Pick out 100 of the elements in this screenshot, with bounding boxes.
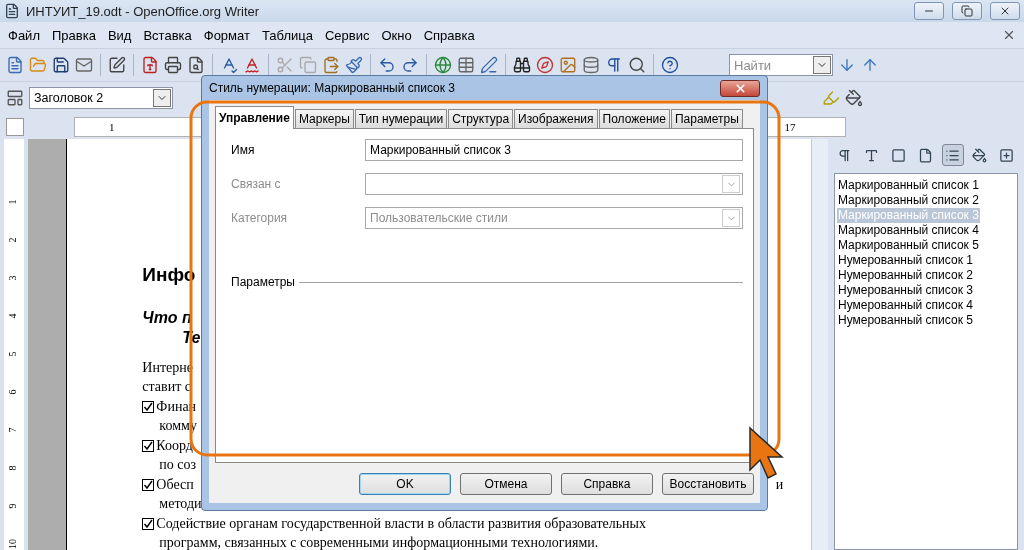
style-dropdown[interactable]: Заголовок 2 [29,87,173,109]
globe-icon[interactable] [434,56,452,74]
dialog-title: Стиль нумерации: Маркированный список 3 [209,81,456,95]
menu-item[interactable]: Сервис [318,27,376,43]
help-icon[interactable] [661,56,679,74]
menu-item[interactable]: Вставка [137,27,198,43]
print-icon[interactable] [164,56,182,74]
ruler-number: 1 [6,199,19,205]
database-icon[interactable] [582,56,600,74]
redo-icon[interactable] [401,56,419,74]
restore-button[interactable] [952,2,982,20]
menu-item[interactable]: Окно [375,27,418,43]
document-text: Содействие органам государственной власти в области развития образовательных [142,515,646,532]
dialog-button[interactable]: Восстановить [662,473,754,495]
close-document-icon[interactable] [1002,28,1016,42]
zoom-icon[interactable] [628,56,646,74]
brush-icon[interactable] [345,56,363,74]
compass-icon[interactable] [536,56,554,74]
style-item[interactable]: Маркированный список 2 [837,193,980,208]
style-item[interactable]: Нумерованный список 1 [837,253,974,268]
dropdown-field[interactable] [365,173,743,195]
style-item[interactable]: Маркированный список 1 [837,178,980,193]
ruler-number: 9 [6,503,19,509]
menu-item[interactable]: Формат [197,27,256,43]
ruler-number: 2 [6,237,19,243]
dialog-tab[interactable]: Тип нумерации [354,109,448,129]
edit-icon[interactable] [108,56,126,74]
binoculars-icon[interactable] [513,56,531,74]
input-field[interactable]: Маркированный список 3 [365,139,743,161]
pencil-icon[interactable] [480,56,498,74]
fill-format-icon[interactable] [972,147,988,163]
menu-item[interactable]: Справка [417,27,481,43]
document-text: методи [158,496,202,513]
scrollbar[interactable] [811,139,828,550]
character-styles-icon[interactable] [864,147,880,163]
menu-item[interactable]: Таблица [255,27,319,43]
field-label: Категория [231,211,289,225]
document-text: ставит с [142,379,191,396]
table-icon[interactable] [457,56,475,74]
dialog-close-button[interactable] [720,79,760,97]
style-item[interactable]: Нумерованный список 4 [837,298,974,313]
page-styles-icon[interactable] [918,147,934,163]
section-title: Параметры [231,275,295,289]
bucket-icon[interactable] [845,89,863,107]
dialog-tab[interactable]: Положение [598,109,670,129]
ruler-number: 6 [6,389,19,395]
document-text: Коорд [142,437,193,454]
document-text: Обесп [142,476,194,493]
image-icon[interactable] [559,56,577,74]
menu-item[interactable]: Правка [45,27,102,43]
document-text: программ, связанных с современными информационными технологиями. [158,535,599,550]
field-label: Связан с [231,177,282,191]
ruler-number: 5 [6,351,19,357]
mail-icon[interactable] [75,56,93,74]
paragraph-styles-icon[interactable] [837,147,853,163]
close-icon [733,81,747,95]
list-styles-icon[interactable] [945,147,961,163]
style-item[interactable]: Нумерованный список 5 [837,313,974,328]
ruler-number: 1 [108,120,116,133]
style-item[interactable]: Нумерованный список 2 [837,268,974,283]
style-item[interactable]: Маркированный список 4 [837,223,980,238]
paste-icon[interactable] [322,56,340,74]
pilcrow-icon[interactable] [605,56,623,74]
new-style-icon[interactable] [999,147,1015,163]
save-icon[interactable] [52,56,70,74]
ruler-number: 10 [6,539,19,549]
autospell-icon[interactable] [243,56,261,74]
new-document-icon[interactable] [6,56,24,74]
dialog-tab[interactable]: Параметры [670,109,743,129]
dialog-button[interactable]: Отмена [460,473,552,495]
dialog-button[interactable]: Справка [561,473,653,495]
ruler-number: 7 [6,427,19,433]
preview-icon[interactable] [187,56,205,74]
style-item[interactable]: Маркированный список 5 [837,238,980,253]
undo-icon[interactable] [378,56,396,74]
dialog-tab[interactable]: Изображения [514,109,598,129]
tab-stop-button[interactable] [6,117,24,136]
dialog-button[interactable]: OK [359,473,451,495]
ruler-number: 3 [6,275,19,281]
document-icon [4,3,20,19]
menu-item[interactable]: Вид [101,27,138,43]
close-button[interactable] [990,2,1020,20]
arrow-down-icon[interactable] [838,56,856,74]
dialog-tab[interactable]: Структура [448,109,514,129]
cursor-icon [749,426,784,480]
ruler-number: 8 [6,465,19,471]
window-title: ИНТУИТ_19.odt - OpenOffice.org Writer [26,3,261,19]
search-field[interactable]: Найти [729,54,833,76]
ruler-number: 4 [6,313,19,319]
close-icon [999,5,1011,17]
dialog-tab[interactable]: Управление [215,106,294,129]
frame-styles-icon[interactable] [891,147,907,163]
minimize-button[interactable] [914,2,944,20]
styles-icon[interactable] [6,89,24,107]
dialog-tab[interactable]: Маркеры [294,109,354,129]
document-text: и [775,476,784,493]
style-item[interactable]: Нумерованный список 3 [837,283,974,298]
menu-item[interactable]: Файл [2,27,46,43]
pdf-icon[interactable] [141,56,159,74]
document-text: по соз [158,457,197,474]
